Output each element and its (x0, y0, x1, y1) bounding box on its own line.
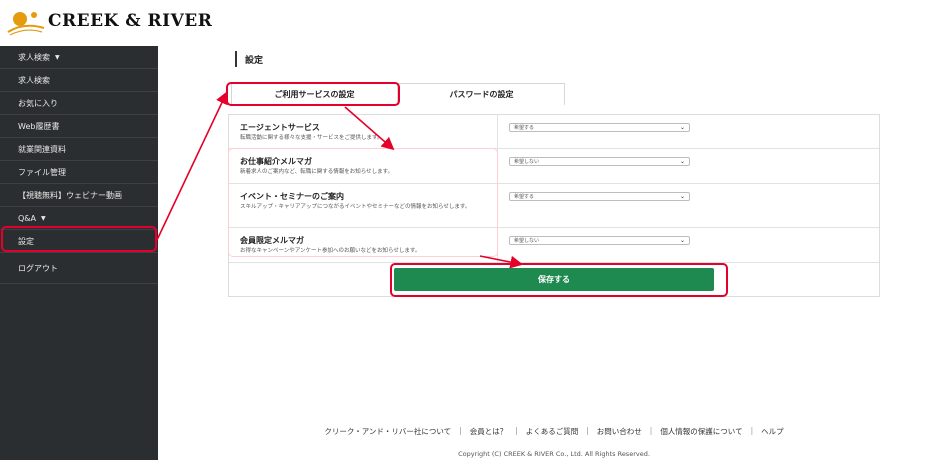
row-divider (497, 228, 498, 262)
sidebar-item-label: 求人検索 (18, 75, 50, 85)
sidebar-item-qa[interactable]: Q&A ▼ (0, 207, 158, 230)
sidebar-item-label: Q&A (18, 213, 37, 223)
row-divider (497, 149, 498, 183)
footer-link-membership[interactable]: 会員とは？ (462, 426, 516, 437)
save-button[interactable]: 保存する (394, 268, 714, 291)
footer-link-about[interactable]: クリーク・アンド・リバー社について (316, 426, 459, 437)
sidebar-item-webinar[interactable]: 【視聴無料】ウェビナー動画 (0, 184, 158, 207)
row-divider (497, 115, 498, 148)
sidebar-item-favorites[interactable]: お気に入り (0, 92, 158, 115)
sidebar-item-label: 【視聴無料】ウェビナー動画 (18, 190, 122, 200)
footer-link-privacy[interactable]: 個人情報の保護について (652, 426, 750, 437)
tab-service-settings[interactable]: ご利用サービスの設定 (231, 83, 398, 105)
creek-river-logo-icon[interactable] (6, 6, 46, 38)
header: CREEK & RIVER (0, 0, 950, 46)
main-content: 設定 ご利用サービスの設定 パスワードの設定 エージェントサービス 転職活動に関… (158, 46, 950, 460)
settings-row-member-mailmag: 会員限定メルマガ お得なキャンペーンやアンケート参加へのお願いなどをお知らせしま… (229, 228, 879, 263)
sidebar-item-logout[interactable]: ログアウト (0, 253, 158, 284)
caret-down-icon: ▼ (41, 214, 46, 222)
row-description: スキルアップ・キャリアアップにつながるイベントやセミナーなどの情報をお知らせしま… (240, 204, 471, 210)
sidebar-item-label: 就業関連資料 (18, 144, 66, 154)
footer-links: クリーク・アンド・リバー社について | 会員とは？ | よくあるご質問 | お問い合わ… (158, 426, 950, 437)
caret-down-icon: ▼ (55, 53, 60, 61)
member-mailmag-select[interactable]: 希望しない ⌄ (509, 236, 690, 245)
sidebar-item-job-search[interactable]: 求人検索 (0, 69, 158, 92)
settings-tabs: ご利用サービスの設定 パスワードの設定 (231, 83, 565, 105)
footer-link-contact[interactable]: お問い合わせ (589, 426, 650, 437)
chevron-down-icon: ⌄ (679, 193, 685, 200)
select-value: 希望しない (514, 238, 540, 244)
page-title: 設定 (235, 51, 263, 67)
row-title: イベント・セミナーのご案内 (240, 192, 344, 201)
settings-row-events: イベント・セミナーのご案内 スキルアップ・キャリアアップにつながるイベントやセミ… (229, 184, 879, 228)
row-description: お得なキャンペーンやアンケート参加へのお願いなどをお知らせします。 (240, 248, 421, 254)
sidebar-item-settings[interactable]: 設定 (0, 230, 158, 253)
footer-link-help[interactable]: ヘルプ (753, 426, 792, 437)
sidebar-item-job-search-menu[interactable]: 求人検索 ▼ (0, 46, 158, 69)
job-mailmag-select[interactable]: 希望しない ⌄ (509, 157, 690, 166)
select-value: 希望する (514, 125, 535, 131)
save-area: 保存する (228, 262, 880, 297)
row-divider (497, 184, 498, 227)
sidebar-item-label: お気に入り (18, 98, 58, 108)
row-title: エージェントサービス (240, 123, 320, 132)
sidebar: 求人検索 ▼ 求人検索 お気に入り Web履歴書 就業関連資料 ファイル管理 【… (0, 46, 158, 460)
select-value: 希望しない (514, 159, 540, 165)
chevron-down-icon: ⌄ (679, 237, 685, 244)
sidebar-item-file-management[interactable]: ファイル管理 (0, 161, 158, 184)
copyright: Copyright (C) CREEK & RIVER Co., Ltd. Al… (458, 450, 650, 458)
settings-row-agent: エージェントサービス 転職活動に関する様々な支援・サービスをご提供します。 希望… (229, 115, 879, 149)
sidebar-item-label: Web履歴書 (18, 121, 60, 131)
sidebar-item-label: ログアウト (18, 263, 58, 273)
agent-service-select[interactable]: 希望する ⌄ (509, 123, 690, 132)
row-title: 会員限定メルマガ (240, 236, 304, 245)
row-description: 新着求人のご案内など、転職に関する情報をお知らせします。 (240, 169, 394, 175)
footer-link-faq[interactable]: よくあるご質問 (518, 426, 587, 437)
select-value: 希望する (514, 194, 535, 200)
chevron-down-icon: ⌄ (679, 124, 685, 131)
sidebar-item-employment-docs[interactable]: 就業関連資料 (0, 138, 158, 161)
sidebar-item-label: 設定 (18, 236, 34, 246)
events-select[interactable]: 希望する ⌄ (509, 192, 690, 201)
logo-text[interactable]: CREEK & RIVER (48, 11, 212, 31)
sidebar-item-label: 求人検索 (18, 52, 50, 62)
sidebar-item-label: ファイル管理 (18, 167, 66, 177)
settings-row-job-mailmag: お仕事紹介メルマガ 新着求人のご案内など、転職に関する情報をお知らせします。 希… (229, 149, 879, 184)
chevron-down-icon: ⌄ (679, 158, 685, 165)
tab-password-settings[interactable]: パスワードの設定 (398, 83, 565, 105)
row-title: お仕事紹介メルマガ (240, 157, 312, 166)
sidebar-item-web-resume[interactable]: Web履歴書 (0, 115, 158, 138)
row-description: 転職活動に関する様々な支援・サービスをご提供します。 (240, 135, 383, 141)
